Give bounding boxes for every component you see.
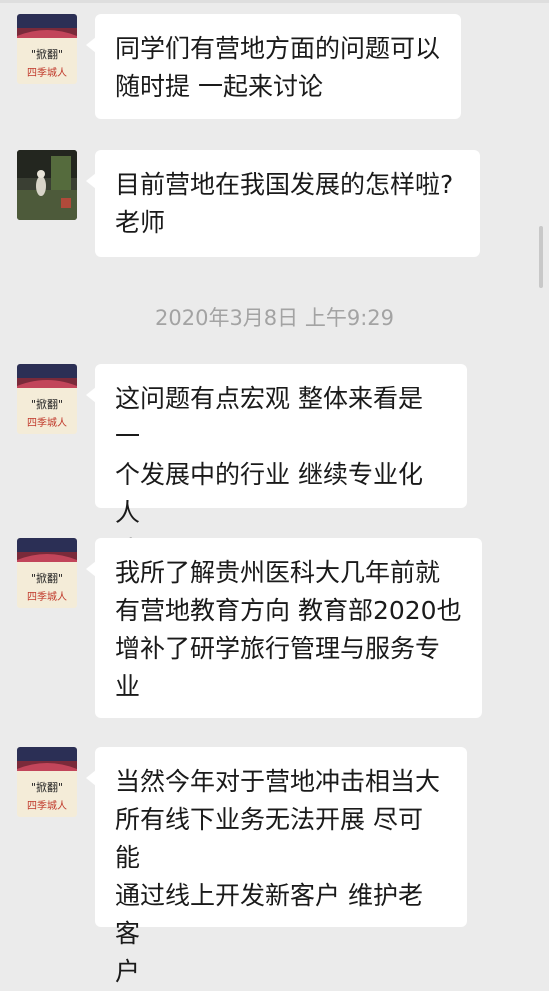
avatar-text-line1: "掀翻": [31, 780, 63, 794]
top-divider: [0, 0, 549, 3]
chat-timestamp: 2020年3月8日 上午9:29: [155, 306, 394, 330]
message-bubble[interactable]: 当然今年对于营地冲击相当大 所有线下业务无法开展 尽可能 通过线上开发新客户 维…: [86, 747, 467, 986]
message-bubble[interactable]: 我所了解贵州医科大几年前就 有营地教育方向 教育部2020也 增补了研学旅行管理…: [86, 538, 482, 718]
message-bubble[interactable]: 目前营地在我国发展的怎样啦? 老师: [86, 150, 480, 257]
avatar-text-line1: "掀翻": [31, 397, 63, 411]
message-bubble[interactable]: 同学们有营地方面的问题可以 随时提 一起来讨论: [86, 14, 461, 119]
teacher-avatar[interactable]: "掀翻" 四季城人: [17, 538, 77, 608]
avatar-text-line2: 四季城人: [27, 591, 67, 603]
avatar-text-line2: 四季城人: [27, 800, 67, 812]
message-bubble[interactable]: 这问题有点宏观 整体来看是一 个发展中的行业 继续专业化人 才: [86, 364, 467, 565]
scrollbar[interactable]: [539, 226, 543, 288]
teacher-avatar[interactable]: "掀翻" 四季城人: [17, 14, 77, 84]
student-avatar[interactable]: [17, 150, 77, 220]
avatar-text-line2: 四季城人: [27, 417, 67, 429]
avatar-text-line1: "掀翻": [31, 47, 63, 61]
teacher-avatar[interactable]: "掀翻" 四季城人: [17, 364, 77, 434]
avatar-text-line1: "掀翻": [31, 571, 63, 585]
avatar-text-line2: 四季城人: [27, 67, 67, 79]
teacher-avatar[interactable]: "掀翻" 四季城人: [17, 747, 77, 817]
